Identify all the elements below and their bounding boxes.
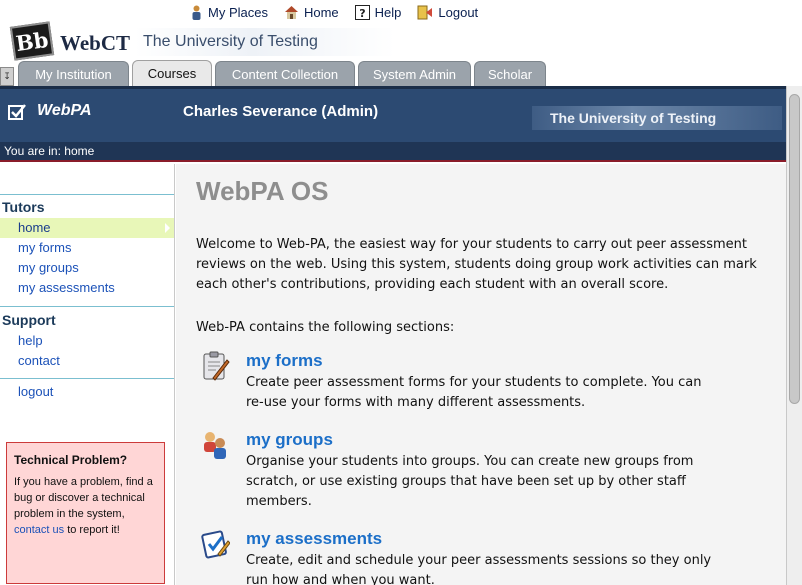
- my-groups-description: Organise your students into groups. You …: [246, 454, 694, 509]
- person-icon: [192, 5, 201, 20]
- technical-problem-text: If you have a problem, find a bug or dis…: [14, 474, 157, 538]
- checkbox-logo-icon: [8, 103, 26, 120]
- my-forms-link[interactable]: my forms: [246, 351, 323, 371]
- sidebar-item-my-forms[interactable]: my forms: [0, 238, 174, 258]
- my-places-link[interactable]: My Places: [190, 5, 268, 20]
- sidebar-item-home[interactable]: home: [0, 218, 174, 238]
- sidebar-item-contact[interactable]: contact: [0, 351, 174, 371]
- tab-label: Content Collection: [231, 66, 339, 82]
- tab-scholar[interactable]: Scholar: [474, 61, 546, 86]
- my-places-label: My Places: [208, 4, 268, 20]
- my-groups-link[interactable]: my groups: [246, 430, 333, 450]
- intro-text: Welcome to Web-PA, the easiest way for y…: [196, 237, 757, 292]
- support-heading: Support: [2, 312, 56, 328]
- tutors-heading: Tutors: [2, 199, 45, 215]
- my-assessments-link[interactable]: my assessments: [246, 529, 382, 549]
- my-forms-description: Create peer assessment forms for your st…: [246, 375, 702, 410]
- tab-courses[interactable]: Courses: [132, 60, 212, 86]
- tab-label: System Admin: [372, 66, 457, 82]
- tab-label: My Institution: [35, 66, 112, 82]
- sidebar-item-help[interactable]: help: [0, 331, 174, 351]
- technical-problem-title: Technical Problem?: [14, 453, 128, 467]
- top-header: My Places Home ? Help Logout Bb WebCT Th…: [0, 0, 802, 86]
- groups-people-icon: [204, 432, 226, 459]
- app-header-band: WebPA Charles Severance (Admin) The Univ…: [0, 86, 786, 142]
- technical-problem-box: Technical Problem? If you have a problem…: [6, 442, 165, 584]
- sidebar: Tutors home my forms my groups my assess…: [0, 164, 175, 585]
- divider: [0, 378, 174, 379]
- tech-text-before: If you have a problem, find a bug or dis…: [14, 476, 153, 520]
- divider: [0, 194, 174, 195]
- band-university-banner: The University of Testing: [532, 106, 782, 130]
- assessments-check-icon: [201, 530, 230, 559]
- home-label: Home: [303, 4, 339, 20]
- webct-wordmark: WebCT: [60, 31, 131, 55]
- tab-my-institution[interactable]: My Institution: [18, 61, 129, 86]
- vertical-scrollbar[interactable]: [786, 86, 802, 585]
- sidebar-item-my-assessments[interactable]: my assessments: [0, 278, 174, 298]
- sidebar-item-my-groups[interactable]: my groups: [0, 258, 174, 278]
- logout-link[interactable]: Logout: [417, 5, 478, 20]
- app-name: WebPA: [37, 102, 92, 119]
- home-icon: [284, 6, 298, 19]
- main-content: WebPA OS Welcome to Web-PA, the easiest …: [176, 164, 786, 585]
- tech-text-after: to report it!: [64, 524, 120, 536]
- scrollbar-thumb[interactable]: [789, 94, 800, 404]
- forms-clipboard-icon: [203, 351, 230, 381]
- tab-content-collection[interactable]: Content Collection: [215, 61, 355, 86]
- logout-label: Logout: [438, 4, 479, 20]
- page-title: WebPA OS: [196, 176, 329, 206]
- breadcrumb: You are in: home: [0, 142, 786, 162]
- webpa-brand: WebPA: [8, 102, 92, 120]
- tab-label: Scholar: [487, 66, 533, 82]
- current-user: Charles Severance (Admin): [183, 103, 379, 120]
- sidebar-item-logout[interactable]: logout: [0, 382, 174, 402]
- sections-intro: Web-PA contains the following sections:: [196, 320, 455, 335]
- home-link[interactable]: Home: [284, 5, 339, 20]
- help-icon: ?: [354, 4, 370, 20]
- university-banner: The University of Testing: [135, 28, 395, 56]
- my-assessments-description: Create, edit and schedule your peer asse…: [246, 553, 712, 585]
- webct-logo: Bb WebCT: [9, 21, 136, 61]
- help-link[interactable]: ? Help: [354, 4, 402, 20]
- tab-collapse-handle[interactable]: ↧: [0, 67, 14, 86]
- tab-label: Courses: [147, 66, 197, 81]
- svg-text:?: ?: [359, 7, 365, 20]
- logout-icon: [417, 5, 433, 19]
- bb-mark: Bb: [9, 21, 55, 61]
- tab-bar: ↧ My Institution Courses Content Collect…: [0, 60, 802, 86]
- tab-system-admin[interactable]: System Admin: [358, 61, 471, 86]
- divider: [0, 306, 174, 307]
- top-links: My Places Home ? Help Logout: [190, 2, 494, 22]
- contact-us-link[interactable]: contact us: [14, 524, 64, 536]
- help-label: Help: [374, 4, 402, 20]
